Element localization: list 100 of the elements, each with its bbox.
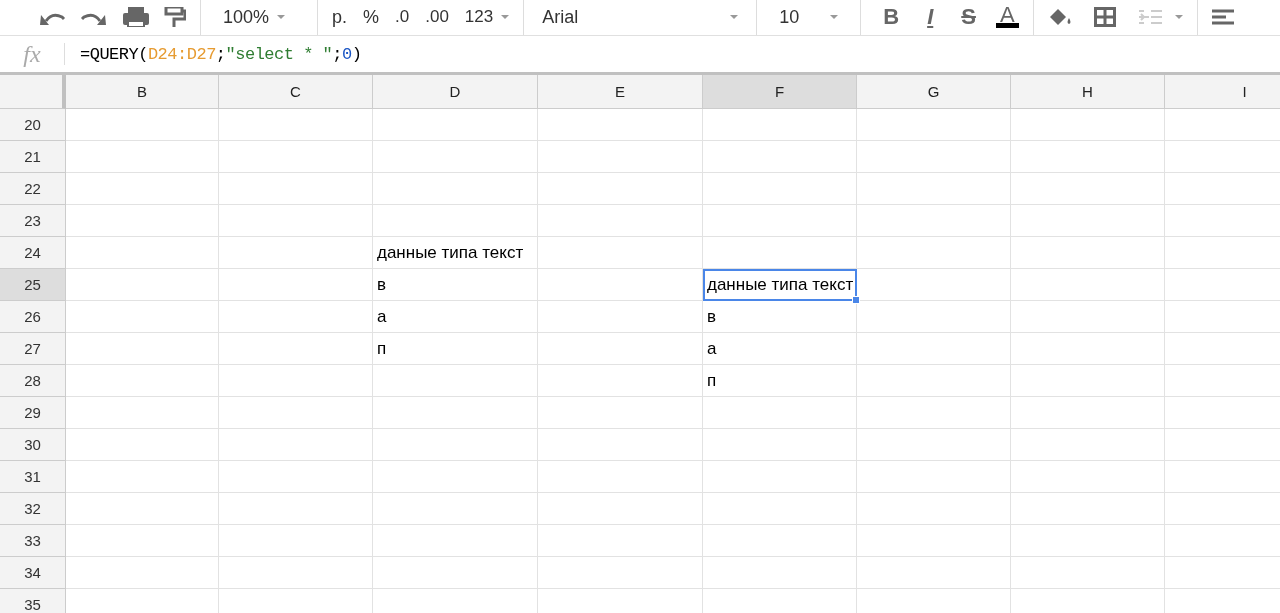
table-cell[interactable] bbox=[373, 461, 538, 493]
table-cell[interactable] bbox=[857, 141, 1011, 173]
table-cell[interactable] bbox=[538, 397, 703, 429]
column-header[interactable]: H bbox=[1011, 75, 1165, 109]
bold-button[interactable]: B bbox=[875, 4, 908, 30]
table-cell[interactable] bbox=[703, 173, 857, 205]
table-cell[interactable] bbox=[538, 205, 703, 237]
table-cell[interactable] bbox=[66, 525, 219, 557]
table-cell[interactable] bbox=[1011, 173, 1165, 205]
table-cell[interactable] bbox=[373, 493, 538, 525]
table-cell[interactable] bbox=[538, 557, 703, 589]
table-cell[interactable] bbox=[66, 141, 219, 173]
row-header[interactable]: 22 bbox=[0, 173, 66, 205]
row-header[interactable]: 29 bbox=[0, 397, 66, 429]
table-cell[interactable] bbox=[1011, 461, 1165, 493]
fill-handle[interactable] bbox=[852, 296, 860, 304]
decrease-decimals-button[interactable]: .0 bbox=[387, 4, 418, 30]
table-cell[interactable] bbox=[1011, 429, 1165, 461]
table-cell[interactable] bbox=[1011, 365, 1165, 397]
table-cell[interactable] bbox=[857, 269, 1011, 301]
row-header[interactable]: 27 bbox=[0, 333, 66, 365]
table-cell[interactable] bbox=[1011, 493, 1165, 525]
table-cell[interactable] bbox=[538, 301, 703, 333]
table-cell[interactable] bbox=[219, 237, 373, 269]
table-cell[interactable] bbox=[373, 109, 538, 141]
row-header[interactable]: 31 bbox=[0, 461, 66, 493]
align-left-icon[interactable] bbox=[1211, 9, 1234, 25]
table-cell[interactable] bbox=[219, 205, 373, 237]
table-cell[interactable] bbox=[373, 557, 538, 589]
percent-button[interactable]: % bbox=[355, 4, 388, 30]
column-header[interactable]: B bbox=[66, 75, 219, 109]
table-cell[interactable] bbox=[703, 237, 857, 269]
row-header[interactable]: 25 bbox=[0, 269, 66, 301]
table-cell[interactable] bbox=[538, 429, 703, 461]
table-cell[interactable] bbox=[66, 205, 219, 237]
table-cell[interactable]: данные типа текст bbox=[703, 269, 857, 301]
table-cell[interactable] bbox=[1011, 205, 1165, 237]
table-cell[interactable]: в bbox=[373, 269, 538, 301]
table-cell[interactable] bbox=[857, 237, 1011, 269]
row-header[interactable]: 33 bbox=[0, 525, 66, 557]
table-cell[interactable] bbox=[1011, 333, 1165, 365]
table-cell[interactable] bbox=[857, 109, 1011, 141]
table-cell[interactable] bbox=[219, 333, 373, 365]
borders-icon[interactable] bbox=[1093, 7, 1116, 27]
table-cell[interactable] bbox=[219, 173, 373, 205]
row-header[interactable]: 24 bbox=[0, 237, 66, 269]
table-cell[interactable] bbox=[703, 205, 857, 237]
table-cell[interactable] bbox=[219, 301, 373, 333]
italic-button[interactable]: I bbox=[919, 4, 942, 30]
text-color-button[interactable]: A bbox=[995, 6, 1019, 28]
table-cell[interactable] bbox=[703, 525, 857, 557]
table-cell[interactable] bbox=[66, 173, 219, 205]
table-cell[interactable] bbox=[538, 365, 703, 397]
font-size-dropdown[interactable]: 10 bbox=[771, 4, 847, 30]
table-cell[interactable] bbox=[857, 525, 1011, 557]
table-cell[interactable] bbox=[538, 173, 703, 205]
table-cell[interactable] bbox=[703, 429, 857, 461]
table-cell[interactable] bbox=[703, 141, 857, 173]
table-cell[interactable] bbox=[219, 493, 373, 525]
table-cell[interactable] bbox=[373, 205, 538, 237]
table-cell[interactable] bbox=[66, 397, 219, 429]
row-header[interactable]: 32 bbox=[0, 493, 66, 525]
table-cell[interactable] bbox=[703, 397, 857, 429]
table-cell[interactable] bbox=[373, 141, 538, 173]
row-header[interactable]: 35 bbox=[0, 589, 66, 613]
paint-roller-icon[interactable] bbox=[164, 7, 186, 27]
table-cell[interactable] bbox=[219, 109, 373, 141]
column-header[interactable]: I bbox=[1165, 75, 1280, 109]
table-cell[interactable] bbox=[219, 429, 373, 461]
table-cell[interactable] bbox=[857, 557, 1011, 589]
table-cell[interactable] bbox=[66, 237, 219, 269]
table-cell[interactable] bbox=[1011, 525, 1165, 557]
table-cell[interactable] bbox=[66, 429, 219, 461]
table-cell[interactable]: а bbox=[373, 301, 538, 333]
more-formats-dropdown[interactable]: 123 bbox=[456, 4, 518, 30]
table-cell[interactable] bbox=[66, 269, 219, 301]
table-cell[interactable] bbox=[66, 109, 219, 141]
table-cell[interactable] bbox=[538, 141, 703, 173]
table-cell[interactable] bbox=[373, 429, 538, 461]
table-cell[interactable] bbox=[703, 493, 857, 525]
table-cell[interactable] bbox=[538, 525, 703, 557]
increase-decimals-button[interactable]: .00 bbox=[417, 4, 457, 30]
table-cell[interactable] bbox=[857, 301, 1011, 333]
table-cell[interactable] bbox=[66, 461, 219, 493]
table-cell[interactable] bbox=[1011, 269, 1165, 301]
row-header[interactable]: 30 bbox=[0, 429, 66, 461]
table-cell[interactable] bbox=[1011, 141, 1165, 173]
table-cell[interactable] bbox=[219, 365, 373, 397]
table-cell[interactable] bbox=[857, 365, 1011, 397]
table-cell[interactable] bbox=[66, 333, 219, 365]
table-cell[interactable] bbox=[219, 269, 373, 301]
table-cell[interactable] bbox=[703, 109, 857, 141]
table-cell[interactable]: данные типа текст bbox=[373, 237, 538, 269]
table-cell[interactable] bbox=[66, 557, 219, 589]
table-cell[interactable] bbox=[538, 237, 703, 269]
table-cell[interactable] bbox=[66, 365, 219, 397]
column-header[interactable]: E bbox=[538, 75, 703, 109]
table-cell[interactable] bbox=[703, 461, 857, 493]
strikethrough-button[interactable]: S bbox=[953, 4, 984, 30]
table-cell[interactable] bbox=[373, 365, 538, 397]
